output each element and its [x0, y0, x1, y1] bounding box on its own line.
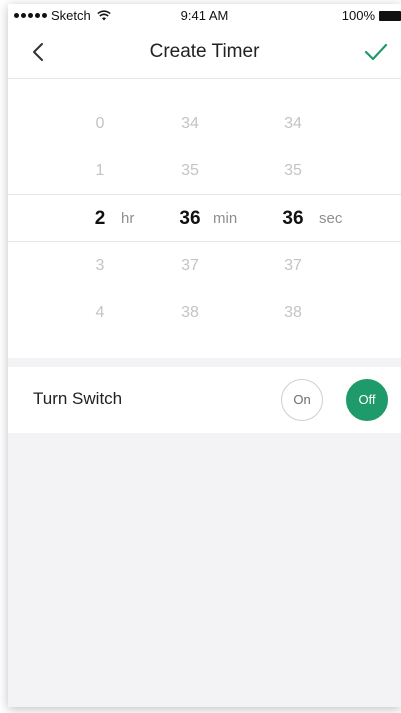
- hour-value[interactable]: 0: [90, 100, 110, 148]
- picker-row[interactable]: 4 38 38: [8, 289, 401, 337]
- switch-on-button[interactable]: On: [281, 379, 323, 421]
- page-title: Create Timer: [149, 41, 260, 62]
- battery-percent: 100%: [341, 8, 375, 23]
- minute-value[interactable]: 38: [176, 289, 204, 337]
- hour-unit-label: hr: [121, 210, 135, 227]
- status-bar: Sketch 9:41 AM 100%: [8, 4, 401, 26]
- selected-second-value[interactable]: 36: [279, 195, 307, 243]
- second-value[interactable]: 34: [279, 100, 307, 148]
- second-value[interactable]: 37: [279, 242, 307, 290]
- checkmark-icon[interactable]: [363, 41, 389, 63]
- minute-unit-label: min: [213, 210, 238, 227]
- picker-row[interactable]: 1 35 35: [8, 147, 401, 195]
- turn-switch-row: Turn Switch On Off: [8, 367, 401, 433]
- selected-hour-value[interactable]: 2: [90, 195, 110, 243]
- picker-row[interactable]: 0 34 34: [8, 100, 401, 148]
- minute-value[interactable]: 37: [176, 242, 204, 290]
- battery-icon: [379, 10, 401, 21]
- minute-value[interactable]: 35: [176, 147, 204, 195]
- time-picker[interactable]: 0 34 34 1 35 35 2 hr 36 min 36 sec 3 37 …: [8, 79, 401, 358]
- nav-bar: Create Timer: [8, 26, 401, 79]
- turn-switch-label: Turn Switch: [33, 389, 123, 408]
- hour-value[interactable]: 4: [90, 289, 110, 337]
- minute-value[interactable]: 34: [176, 100, 204, 148]
- second-unit-label: sec: [319, 210, 343, 227]
- hour-value[interactable]: 3: [90, 242, 110, 290]
- switch-off-button[interactable]: Off: [346, 379, 388, 421]
- picker-row[interactable]: 3 37 37: [8, 242, 401, 290]
- picker-selected-row[interactable]: 2 hr 36 min 36 sec: [8, 194, 401, 242]
- second-value[interactable]: 38: [279, 289, 307, 337]
- status-right: 100%: [342, 8, 401, 23]
- hour-value[interactable]: 1: [90, 147, 110, 195]
- second-value[interactable]: 35: [279, 147, 307, 195]
- selected-minute-value[interactable]: 36: [176, 195, 204, 243]
- phone-screen: Sketch 9:41 AM 100% Create Timer 0 34 34: [8, 4, 401, 707]
